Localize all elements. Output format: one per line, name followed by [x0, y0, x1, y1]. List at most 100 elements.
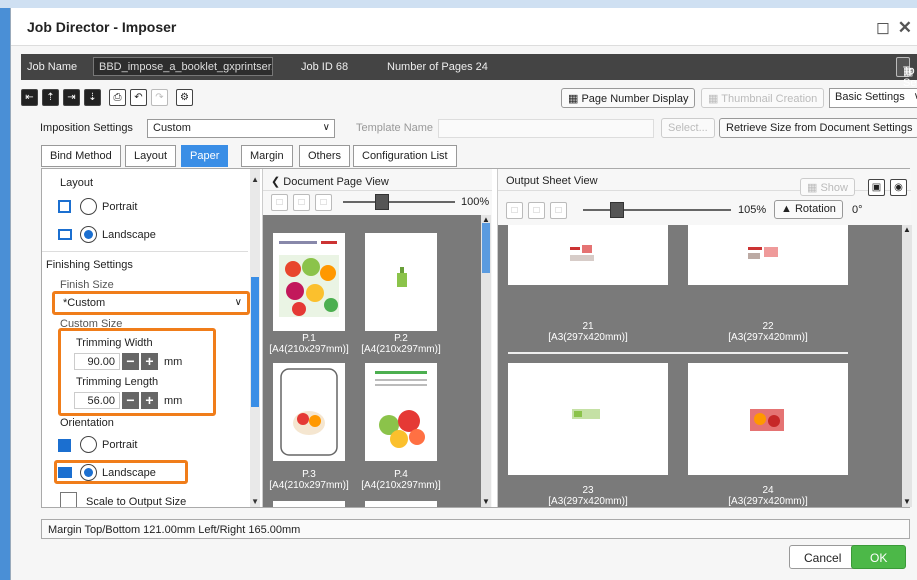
move-up-icon[interactable]: ⇡ — [42, 89, 59, 106]
rotation-button[interactable]: ▲ Rotation — [774, 200, 843, 219]
scroll-down-icon[interactable]: ▼ — [903, 497, 911, 506]
redo-icon[interactable]: ↷ — [151, 89, 168, 106]
move-right-icon[interactable]: ⇥ — [63, 89, 80, 106]
margin-status-bar: Margin Top/Bottom 121.00mm Left/Right 16… — [41, 519, 910, 539]
scroll-up-icon[interactable]: ▲ — [903, 225, 911, 234]
sheet-thumbnail[interactable] — [508, 363, 668, 475]
output-zoom-handle[interactable] — [610, 202, 624, 218]
job-name-field: BBD_impose_a_booklet_gxprintser... — [93, 57, 273, 76]
thumbnail-creation-label: Thumbnail Creation — [721, 93, 818, 105]
print-icon[interactable]: ⎙ — [109, 89, 126, 106]
rotation-icon: ▲ — [781, 203, 792, 215]
chevron-left-icon[interactable]: ❮ — [271, 176, 280, 188]
trimming-length-increment[interactable]: + — [141, 392, 158, 409]
tab-paper[interactable]: Paper — [181, 145, 229, 167]
page-thumbnail[interactable] — [365, 363, 437, 461]
layout-landscape-label: Landscape — [102, 229, 156, 241]
scroll-up-icon[interactable]: ▲ — [482, 215, 490, 224]
show-button[interactable]: ▦ Show — [800, 178, 855, 196]
fit-view-icon[interactable]: ▣ — [868, 179, 885, 196]
background-strip — [0, 0, 917, 8]
left-panel-scroll-thumb[interactable] — [251, 277, 259, 407]
trimming-width-decrement[interactable]: − — [122, 353, 139, 370]
bottle-image — [397, 267, 407, 287]
trimming-length-input[interactable]: 56.00 — [74, 392, 120, 409]
output-delete-icon[interactable]: □ — [550, 202, 567, 219]
chevron-down-icon: ∨ — [322, 122, 330, 133]
undo-icon[interactable]: ↶ — [130, 89, 147, 106]
trimming-length-label: Trimming Length — [76, 376, 159, 388]
thumbnail-creation-button[interactable]: ▦ Thumbnail Creation — [701, 88, 825, 108]
settings-gear-icon[interactable]: ⚙ — [176, 89, 193, 106]
layout-landscape-radio[interactable] — [80, 226, 97, 243]
scale-to-output-checkbox[interactable] — [60, 492, 77, 507]
eye-icon[interactable]: ◉ — [890, 179, 907, 196]
page-thumbnail[interactable] — [365, 233, 437, 331]
page-thumbnail[interactable] — [273, 363, 345, 461]
page-number-display-button[interactable]: ▦ Page Number Display — [561, 88, 696, 108]
finish-size-label: Finish Size — [60, 279, 114, 291]
page-label: P.3 [A4(210x297mm)] — [269, 469, 349, 491]
document-scroll-thumb[interactable] — [482, 223, 490, 273]
output-view-scrollbar[interactable]: ▲ ▼ — [902, 225, 912, 507]
job-id: Job ID 68 — [301, 61, 349, 73]
tab-configuration-list[interactable]: Configuration List — [353, 145, 457, 167]
template-name-field — [438, 119, 654, 138]
retrieve-size-button[interactable]: Retrieve Size from Document Settings — [719, 118, 917, 138]
move-left-icon[interactable]: ⇤ — [21, 89, 38, 106]
basic-settings-dropdown[interactable]: Basic Settings ∨ — [829, 88, 917, 108]
document-zoom-slider[interactable] — [343, 201, 455, 203]
scroll-down-icon[interactable]: ▼ — [482, 497, 490, 506]
orientation-portrait-radio[interactable] — [80, 436, 97, 453]
tab-margin[interactable]: Margin — [241, 145, 293, 167]
scroll-down-icon[interactable]: ▼ — [251, 497, 259, 506]
sheet-thumbnail[interactable] — [508, 225, 668, 285]
page-thumbnail[interactable] — [273, 501, 345, 507]
template-name-label: Template Name — [356, 122, 434, 134]
close-icon[interactable]: ✕ — [898, 18, 912, 38]
delete-page-icon[interactable]: □ — [315, 194, 332, 211]
document-view-scrollbar[interactable]: ▲ ▼ — [481, 215, 491, 507]
orientation-heading: Orientation — [60, 417, 114, 429]
title-bar: Job Director - Imposer ◻ ✕ — [11, 8, 917, 46]
ok-button[interactable]: OK — [851, 545, 907, 569]
orientation-portrait-label: Portrait — [102, 439, 138, 451]
output-sheet-view: Output Sheet View ▦ Show ▣ ◉ □ □ □ 105% … — [497, 169, 912, 507]
imposition-settings-select[interactable]: Custom ∨ — [147, 119, 335, 138]
page-thumbnail[interactable] — [273, 233, 345, 331]
move-down-icon[interactable]: ⇣ — [84, 89, 101, 106]
toolbar: ⇤ ⇡ ⇥ ⇣ ⎙ ↶ ↷ ⚙ ▦ Page Number Display ▦ … — [21, 86, 917, 112]
cancel-button[interactable]: Cancel — [789, 545, 857, 569]
sheet-thumbnail[interactable] — [688, 225, 848, 285]
rotation-label: Rotation — [794, 203, 836, 215]
copy-page-icon[interactable]: □ — [271, 194, 288, 211]
trimming-width-input[interactable]: 90.00 — [74, 353, 120, 370]
maximize-icon[interactable]: ◻ — [876, 18, 890, 38]
trimming-length-decrement[interactable]: − — [122, 392, 139, 409]
sheet-thumbnail[interactable] — [688, 363, 848, 475]
tab-bind-method[interactable]: Bind Method — [41, 145, 121, 167]
trimming-width-increment[interactable]: + — [141, 353, 158, 370]
output-zoom-slider[interactable] — [583, 209, 731, 211]
scroll-up-icon[interactable]: ▲ — [251, 175, 259, 184]
document-pages-area: P.1[A4(210x297mm)] P.2[A4(210x297mm)] — [263, 215, 481, 507]
page-thumbnail[interactable] — [365, 501, 437, 507]
tab-layout[interactable]: Layout — [125, 145, 177, 167]
grid-icon: ▦ — [568, 93, 579, 105]
show-icon: ▦ — [807, 182, 818, 194]
output-copy-icon[interactable]: □ — [506, 202, 523, 219]
select-button[interactable]: Select... — [661, 118, 715, 138]
output-duplicate-icon[interactable]: □ — [528, 202, 545, 219]
fruit-bowl-image — [375, 371, 427, 448]
output-zoom-row: □ □ □ 105% ▲ Rotation 0° — [498, 199, 911, 221]
to-sequencer-button[interactable]: ▦ To Sequencer — [896, 57, 917, 89]
finishing-settings-heading: Finishing Settings — [46, 259, 133, 271]
sheet-preview-image — [748, 247, 778, 259]
sheet-label: 21 [A3(297x420mm)] — [548, 321, 628, 343]
layout-portrait-radio[interactable] — [80, 198, 97, 215]
tab-others[interactable]: Others — [299, 145, 351, 167]
duplicate-page-icon[interactable]: □ — [293, 194, 310, 211]
document-zoom-handle[interactable] — [375, 194, 389, 210]
output-sheet-view-title: Output Sheet View — [506, 175, 598, 187]
landscape-layout-icon — [58, 229, 72, 240]
